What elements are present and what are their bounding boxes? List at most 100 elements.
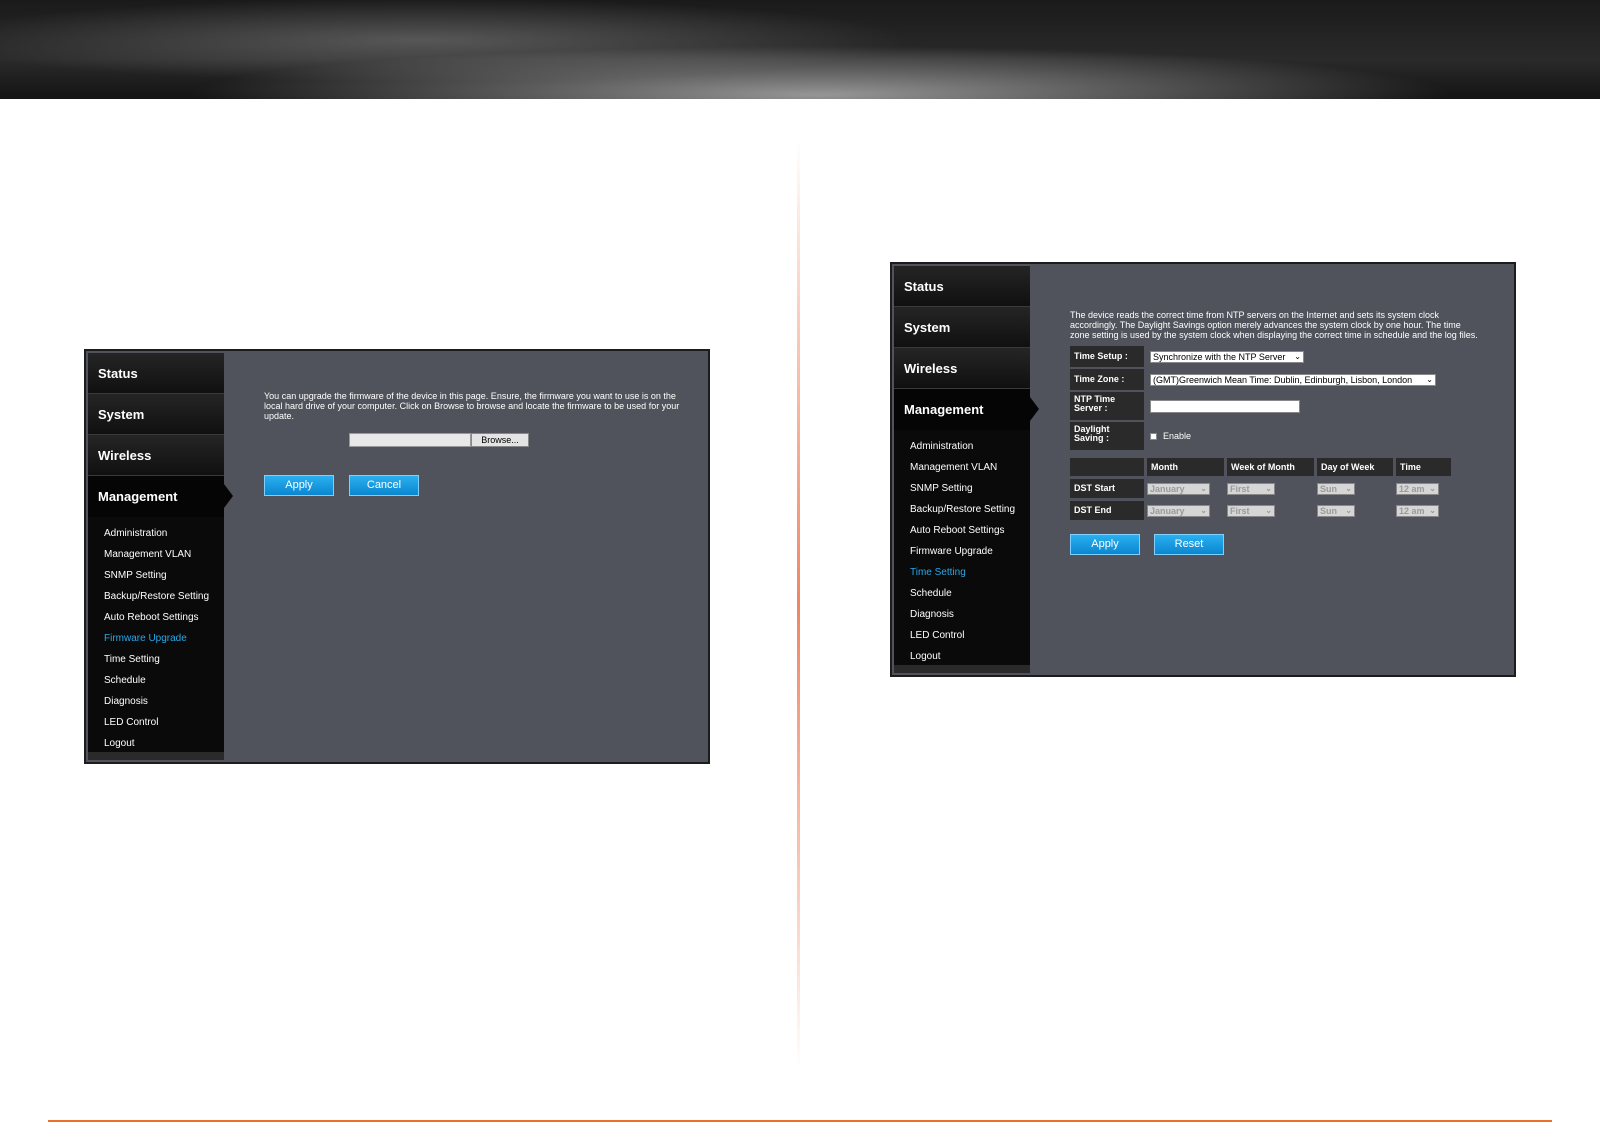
- submenu-auto-reboot[interactable]: Auto Reboot Settings: [104, 607, 224, 628]
- submenu-time-setting[interactable]: Time Setting: [104, 649, 224, 670]
- submenu-diagnosis[interactable]: Diagnosis: [104, 691, 224, 712]
- submenu-logout[interactable]: Logout: [910, 646, 1030, 667]
- management-submenu: Administration Management VLAN SNMP Sett…: [894, 430, 1030, 667]
- dst-start-week-select[interactable]: First ⌄: [1227, 482, 1275, 495]
- submenu-management-vlan[interactable]: Management VLAN: [910, 457, 1030, 478]
- submenu-firmware-upgrade[interactable]: Firmware Upgrade: [104, 628, 224, 649]
- submenu-schedule[interactable]: Schedule: [910, 583, 1030, 604]
- submenu-backup-restore[interactable]: Backup/Restore Setting: [910, 499, 1030, 520]
- submenu-firmware-upgrade[interactable]: Firmware Upgrade: [910, 541, 1030, 562]
- top-banner: [0, 0, 1600, 99]
- submenu-diagnosis[interactable]: Diagnosis: [910, 604, 1030, 625]
- dst-end-time-select[interactable]: 12 am ⌄: [1396, 504, 1439, 517]
- sidebar-nav: Status System Wireless Management Admini…: [894, 266, 1039, 673]
- dst-header-row: Month Week of Month Day of Week Time: [1070, 458, 1478, 476]
- submenu-snmp-setting[interactable]: SNMP Setting: [910, 478, 1030, 499]
- dst-start-day-select[interactable]: Sun ⌄: [1317, 482, 1355, 495]
- dst-table: Month Week of Month Day of Week Time DST…: [1070, 458, 1478, 520]
- submenu-schedule[interactable]: Schedule: [104, 670, 224, 691]
- dst-end-day-select[interactable]: Sun ⌄: [1317, 504, 1355, 517]
- time-setup-value: Synchronize with the NTP Server: [1153, 351, 1286, 362]
- dst-header-week: Week of Month: [1227, 458, 1314, 476]
- submenu-logout[interactable]: Logout: [104, 733, 224, 754]
- dst-start-time-select[interactable]: 12 am ⌄: [1396, 482, 1439, 495]
- submenu-administration[interactable]: Administration: [104, 523, 224, 544]
- dst-start-day: Sun: [1320, 483, 1337, 494]
- dst-start-month: January: [1150, 483, 1185, 494]
- firmware-buttons: Apply Cancel: [264, 475, 419, 496]
- apply-button[interactable]: Apply: [264, 475, 334, 496]
- dst-end-week-select[interactable]: First ⌄: [1227, 504, 1275, 517]
- submenu-administration[interactable]: Administration: [910, 436, 1030, 457]
- chevron-down-icon: ⌄: [1265, 483, 1272, 493]
- browse-button[interactable]: Browse...: [471, 433, 529, 447]
- reset-button[interactable]: Reset: [1154, 534, 1224, 555]
- submenu-time-setting[interactable]: Time Setting: [910, 562, 1030, 583]
- nav-wireless[interactable]: Wireless: [88, 435, 224, 476]
- nav-status[interactable]: Status: [88, 353, 224, 394]
- dst-start-label: DST Start: [1070, 479, 1144, 498]
- dst-end-time: 12 am: [1399, 505, 1425, 516]
- time-setting-form: Time Setup : Synchronize with the NTP Se…: [1070, 346, 1478, 450]
- nav-status[interactable]: Status: [894, 266, 1030, 307]
- chevron-down-icon: ⌄: [1200, 483, 1207, 493]
- nav-bottom-bar: [894, 665, 1030, 673]
- submenu-led-control[interactable]: LED Control: [910, 625, 1030, 646]
- chevron-down-icon: ⌄: [1345, 483, 1352, 493]
- dst-start-time: 12 am: [1399, 483, 1425, 494]
- submenu-led-control[interactable]: LED Control: [104, 712, 224, 733]
- nav-system[interactable]: System: [894, 307, 1030, 348]
- dst-header-day: Day of Week: [1317, 458, 1393, 476]
- sidebar-nav: Status System Wireless Management Admini…: [88, 353, 233, 760]
- dst-end-row: DST End January ⌄ First ⌄ Sun ⌄ 12 am ⌄: [1070, 501, 1478, 520]
- firmware-description: You can upgrade the firmware of the devi…: [264, 391, 680, 421]
- chevron-down-icon: ⌄: [1429, 483, 1436, 493]
- firmware-content: You can upgrade the firmware of the devi…: [264, 391, 688, 447]
- dst-header-blank: [1070, 458, 1144, 476]
- daylight-saving-row: Daylight Saving : Enable: [1070, 422, 1478, 450]
- nav-wireless[interactable]: Wireless: [894, 348, 1030, 389]
- time-setting-buttons: Apply Reset: [1070, 534, 1478, 555]
- ntp-server-input[interactable]: [1150, 399, 1300, 413]
- submenu-backup-restore[interactable]: Backup/Restore Setting: [104, 586, 224, 607]
- dst-start-week: First: [1230, 483, 1250, 494]
- daylight-saving-label: Daylight Saving :: [1070, 422, 1144, 450]
- submenu-auto-reboot[interactable]: Auto Reboot Settings: [910, 520, 1030, 541]
- time-zone-select[interactable]: (GMT)Greenwich Mean Time: Dublin, Edinbu…: [1150, 373, 1436, 386]
- dst-end-week: First: [1230, 505, 1250, 516]
- nav-management[interactable]: Management: [88, 476, 233, 517]
- dst-header-time: Time: [1396, 458, 1451, 476]
- chevron-down-icon: ⌄: [1429, 505, 1436, 515]
- time-setting-description: The device reads the correct time from N…: [1070, 310, 1478, 340]
- nav-system[interactable]: System: [88, 394, 224, 435]
- chevron-down-icon: ⌄: [1345, 505, 1352, 515]
- firmware-file-input[interactable]: [349, 433, 471, 447]
- file-chooser: Browse...: [349, 433, 688, 447]
- time-zone-value: (GMT)Greenwich Mean Time: Dublin, Edinbu…: [1153, 374, 1413, 385]
- cancel-button[interactable]: Cancel: [349, 475, 419, 496]
- firmware-upgrade-screenshot: Status System Wireless Management Admini…: [84, 349, 710, 764]
- daylight-enable-checkbox[interactable]: [1150, 432, 1157, 440]
- dst-end-day: Sun: [1320, 505, 1337, 516]
- dst-end-month-select[interactable]: January ⌄: [1147, 504, 1210, 517]
- chevron-down-icon: ⌄: [1265, 505, 1272, 515]
- time-zone-row: Time Zone : (GMT)Greenwich Mean Time: Du…: [1070, 369, 1478, 390]
- ntp-server-row: NTP Time Server :: [1070, 392, 1478, 420]
- submenu-snmp-setting[interactable]: SNMP Setting: [104, 565, 224, 586]
- dst-start-month-select[interactable]: January ⌄: [1147, 482, 1210, 495]
- dst-header-month: Month: [1147, 458, 1224, 476]
- time-setting-content: The device reads the correct time from N…: [1070, 310, 1478, 555]
- chevron-down-icon: ⌄: [1294, 351, 1301, 361]
- nav-management[interactable]: Management: [894, 389, 1039, 430]
- time-setup-row: Time Setup : Synchronize with the NTP Se…: [1070, 346, 1478, 367]
- daylight-enable-label: Enable: [1163, 431, 1192, 441]
- time-setting-screenshot: Status System Wireless Management Admini…: [890, 262, 1516, 677]
- dst-end-label: DST End: [1070, 501, 1144, 520]
- apply-button[interactable]: Apply: [1070, 534, 1140, 555]
- chevron-down-icon: ⌄: [1200, 505, 1207, 515]
- dst-end-month: January: [1150, 505, 1185, 516]
- management-submenu: Administration Management VLAN SNMP Sett…: [88, 517, 224, 754]
- time-setup-select[interactable]: Synchronize with the NTP Server ⌄: [1150, 350, 1304, 363]
- ntp-server-label: NTP Time Server :: [1070, 392, 1144, 420]
- submenu-management-vlan[interactable]: Management VLAN: [104, 544, 224, 565]
